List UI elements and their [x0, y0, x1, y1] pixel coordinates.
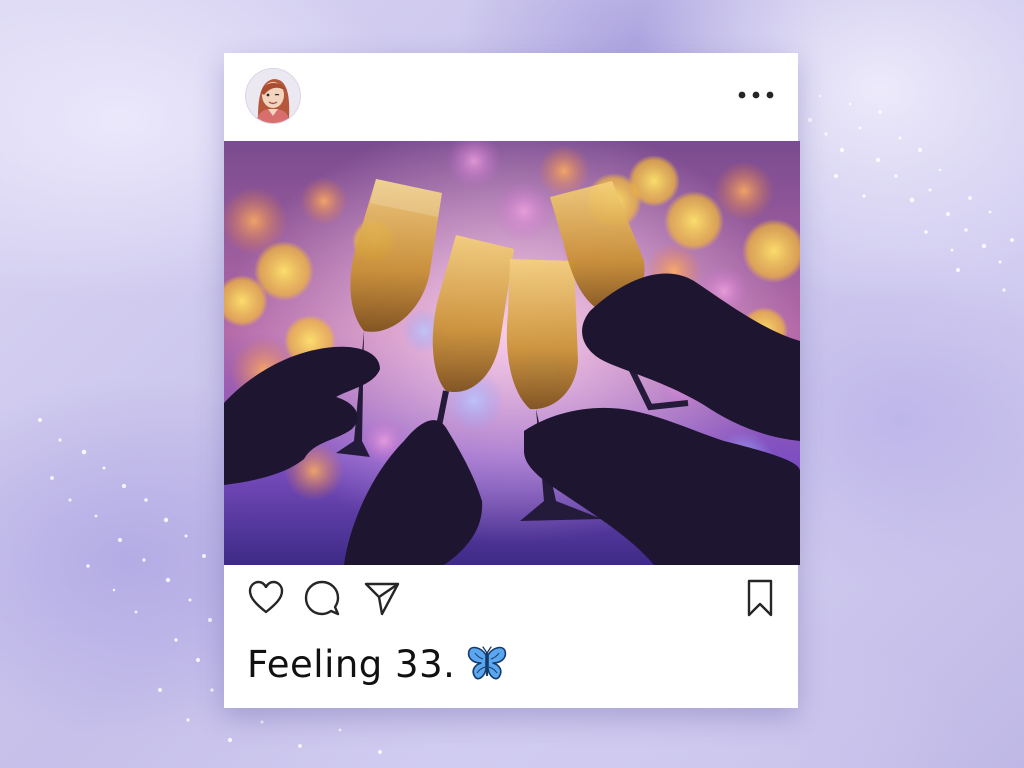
butterfly-icon: [468, 646, 507, 680]
more-options-button[interactable]: [736, 83, 776, 107]
comment-button[interactable]: [302, 578, 342, 618]
save-button[interactable]: [740, 578, 780, 618]
heart-icon: [248, 580, 284, 614]
post-actions: [224, 578, 798, 620]
avatar-woman-illustration-icon: [246, 69, 300, 123]
post-card: Feeling 33.: [224, 53, 800, 708]
post-photo[interactable]: [224, 141, 800, 565]
paper-plane-icon: [364, 582, 400, 616]
caption-text: Feeling 33.: [247, 642, 456, 686]
comment-bubble-icon: [304, 580, 340, 616]
post-header: [224, 53, 798, 141]
bookmark-icon: [747, 579, 773, 617]
post-caption: Feeling 33.: [247, 636, 507, 692]
avatar[interactable]: [246, 69, 300, 123]
champagne-toast-photo-icon: [224, 141, 800, 565]
like-button[interactable]: [246, 578, 286, 618]
share-button[interactable]: [362, 578, 402, 618]
more-dots-icon: [738, 91, 774, 99]
